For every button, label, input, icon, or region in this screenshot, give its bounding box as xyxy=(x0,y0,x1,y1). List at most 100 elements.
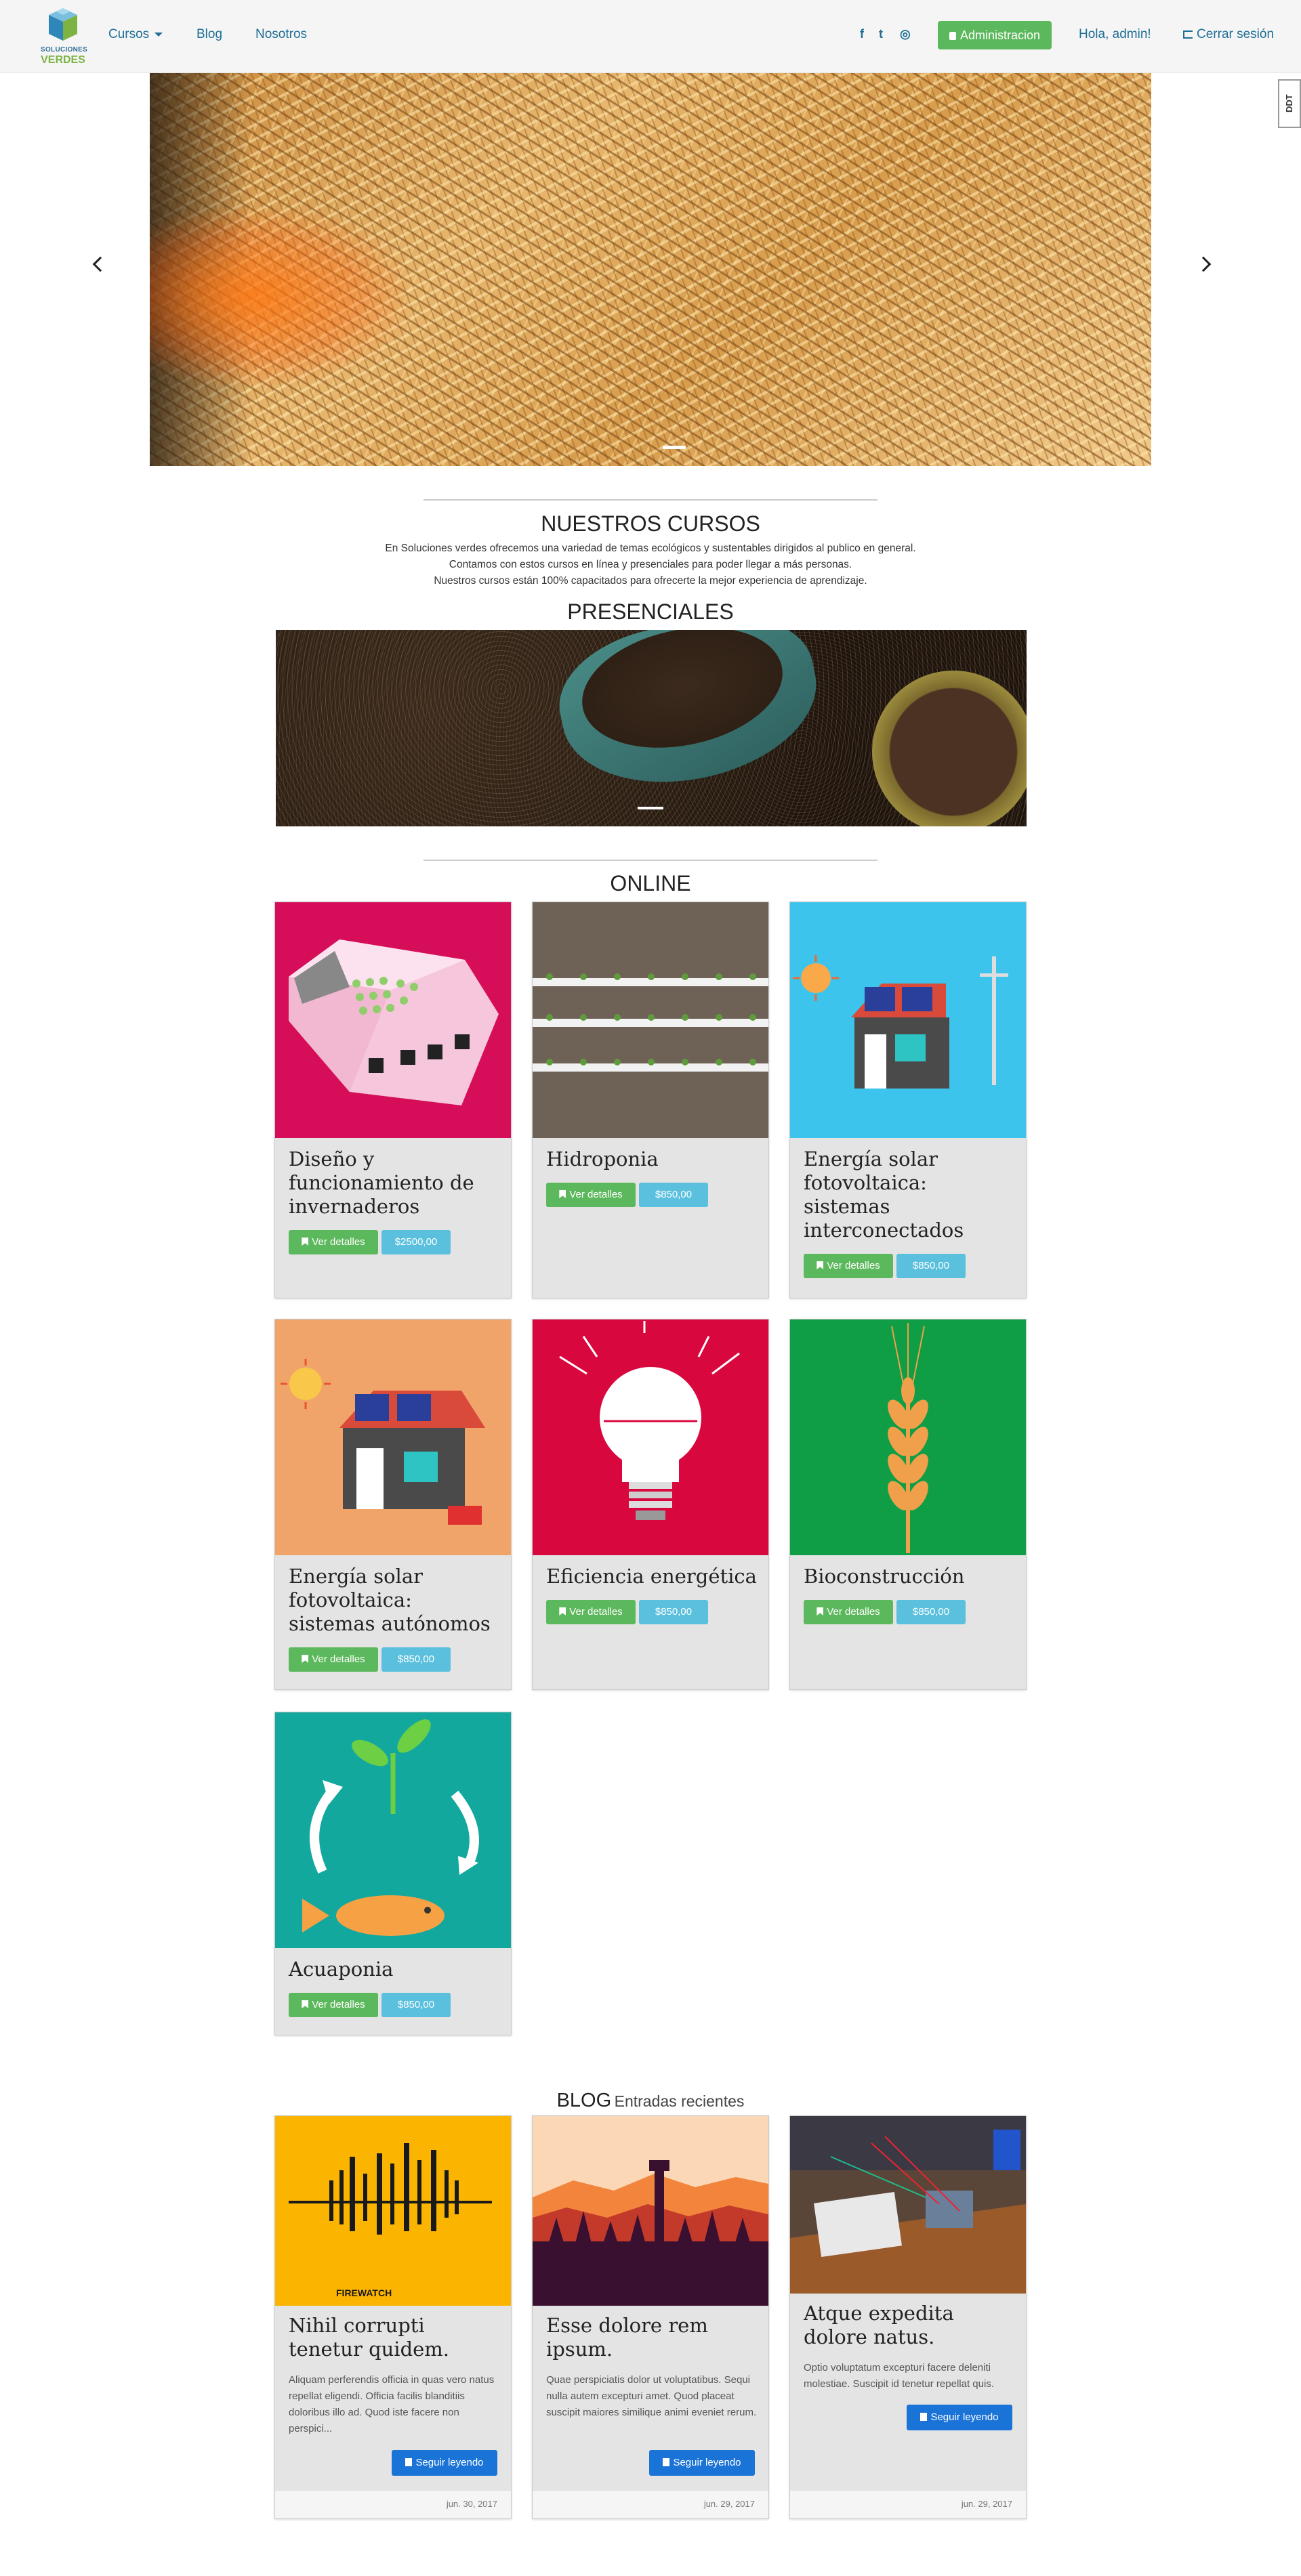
blog-post-excerpt: Aliquam perferendis officia in quas vero… xyxy=(289,2374,495,2434)
bookmark-icon xyxy=(817,1261,824,1269)
price-badge: $850,00 xyxy=(639,1183,708,1207)
blog-card[interactable]: FIREWATCH Nihil corrupti tenetur quidem.… xyxy=(274,2115,512,2519)
lock-icon xyxy=(949,32,956,40)
price-badge: $850,00 xyxy=(381,1993,451,2017)
blog-post-image xyxy=(533,2116,768,2306)
logout-link[interactable]: Cerrar sesión xyxy=(1183,27,1274,42)
navbar: SOLUCIONES VERDES Cursos Blog Nosotros f… xyxy=(0,0,1301,73)
admin-button[interactable]: Administracion xyxy=(938,21,1052,49)
blog-post-date: jun. 29, 2017 xyxy=(961,2499,1012,2509)
course-card[interactable]: Energía solar fotovoltaica: sistemas aut… xyxy=(274,1319,512,1690)
course-card[interactable]: Eficiencia energética Ver detalles $850,… xyxy=(532,1319,769,1690)
bookmark-icon xyxy=(302,1655,309,1663)
debug-toolbar-tab[interactable]: DDT xyxy=(1278,79,1301,128)
course-card[interactable]: Acuaponia Ver detalles $850,00 xyxy=(274,1712,512,2035)
bookmark-icon xyxy=(817,1607,824,1616)
brand-logo[interactable]: SOLUCIONES VERDES xyxy=(41,7,87,68)
online-title: ONLINE xyxy=(610,871,691,895)
courses-section-title: NUESTROS CURSOS xyxy=(541,511,760,536)
nav-cursos-dropdown[interactable]: Cursos xyxy=(108,27,163,42)
price-badge: $850,00 xyxy=(639,1600,708,1624)
course-title: Eficiencia energética xyxy=(546,1565,757,1588)
twitter-icon[interactable]: t xyxy=(879,27,883,41)
carousel-indicator[interactable] xyxy=(663,446,686,449)
carousel-prev-chevron-icon[interactable] xyxy=(92,256,108,272)
solar-house-icon xyxy=(790,902,1026,1138)
details-button[interactable]: Ver detalles xyxy=(289,1993,378,2017)
bookmark-icon xyxy=(559,1607,566,1616)
book-icon xyxy=(920,2413,928,2421)
price-badge: $850,00 xyxy=(896,1254,966,1278)
course-title: Diseño y funcionamiento de invernaderos xyxy=(289,1147,474,1218)
course-card[interactable]: Hidroponia Ver detalles $850,00 xyxy=(532,902,769,1298)
course-title: Bioconstrucción xyxy=(804,1565,965,1588)
price-badge: $850,00 xyxy=(896,1600,966,1624)
course-card[interactable]: Bioconstrucción Ver detalles $850,00 xyxy=(789,1319,1027,1690)
details-button[interactable]: Ver detalles xyxy=(546,1183,636,1207)
course-title: Hidroponia xyxy=(546,1147,659,1170)
blog-post-title: Esse dolore rem ipsum. xyxy=(546,2314,708,2361)
blog-post-image xyxy=(790,2116,1026,2294)
course-title: Energía solar fotovoltaica: sistemas int… xyxy=(804,1147,964,1242)
blog-post-date: jun. 29, 2017 xyxy=(703,2499,755,2509)
brand-line2: VERDES xyxy=(41,54,85,66)
course-title: Energía solar fotovoltaica: sistemas aut… xyxy=(289,1565,491,1635)
blog-post-excerpt: Optio voluptatum excepturi facere deleni… xyxy=(804,2362,994,2390)
blog-card[interactable]: Atque expedita dolore natus. Optio volup… xyxy=(789,2115,1027,2519)
blog-card-footer: jun. 29, 2017 xyxy=(533,2490,768,2518)
facebook-icon[interactable]: f xyxy=(860,27,864,41)
sign-out-icon xyxy=(1183,30,1193,39)
caret-down-icon xyxy=(154,32,163,37)
instagram-icon[interactable]: ◎ xyxy=(900,27,911,41)
logout-label: Cerrar sesión xyxy=(1197,27,1275,41)
details-button[interactable]: Ver detalles xyxy=(804,1254,893,1278)
bookmark-icon xyxy=(302,1238,309,1246)
read-more-button[interactable]: Seguir leyendo xyxy=(392,2450,497,2476)
blog-subtitle: Entradas recientes xyxy=(614,2092,745,2110)
blog-heading: BLOG Entradas recientes xyxy=(0,2090,1301,2112)
course-card[interactable]: Energía solar fotovoltaica: sistemas int… xyxy=(789,902,1027,1298)
book-icon xyxy=(663,2458,670,2466)
blog-post-excerpt: Quae perspiciatis dolor ut voluptatibus.… xyxy=(546,2374,757,2418)
details-button[interactable]: Ver detalles xyxy=(289,1647,378,1672)
blog-post-date: jun. 30, 2017 xyxy=(446,2499,497,2509)
presenciales-title: PRESENCIALES xyxy=(567,599,734,624)
blog-card-footer: jun. 29, 2017 xyxy=(790,2490,1026,2518)
lightbulb-icon xyxy=(533,1319,768,1555)
price-badge: $850,00 xyxy=(381,1647,451,1672)
solar-house-icon xyxy=(275,1319,511,1555)
price-badge: $2500,00 xyxy=(381,1230,451,1254)
bookmark-icon xyxy=(302,2000,309,2008)
nav-cursos-label: Cursos xyxy=(108,27,150,41)
nav-blog-link[interactable]: Blog xyxy=(197,27,222,42)
hero-carousel-image xyxy=(150,73,1151,466)
presenciales-carousel-indicator[interactable] xyxy=(638,807,663,809)
aquaponics-icon xyxy=(275,1712,511,1948)
details-button[interactable]: Ver detalles xyxy=(546,1600,636,1624)
read-more-button[interactable]: Seguir leyendo xyxy=(649,2450,755,2476)
nav-nosotros-link[interactable]: Nosotros xyxy=(255,27,307,42)
admin-button-label: Administracion xyxy=(959,28,1041,42)
course-card[interactable]: Diseño y funcionamiento de invernaderos … xyxy=(274,902,512,1298)
carousel-next-chevron-icon[interactable] xyxy=(1195,256,1212,272)
greenhouse-icon xyxy=(275,902,511,1138)
blog-card-footer: jun. 30, 2017 xyxy=(275,2490,511,2518)
blog-post-title: Nihil corrupti tenetur quidem. xyxy=(289,2314,450,2361)
poster-label: FIREWATCH xyxy=(336,2287,392,2298)
blog-card[interactable]: Esse dolore rem ipsum. Quae perspiciatis… xyxy=(532,2115,769,2519)
courses-intro-line: Nuestros cursos están 100% capacitados p… xyxy=(434,575,867,587)
blog-post-image: FIREWATCH xyxy=(275,2116,511,2306)
book-icon xyxy=(405,2458,413,2466)
read-more-button[interactable]: Seguir leyendo xyxy=(907,2405,1012,2430)
details-button[interactable]: Ver detalles xyxy=(289,1230,378,1254)
section-divider xyxy=(424,499,877,501)
course-title: Acuaponia xyxy=(289,1958,394,1981)
courses-intro-line: Contamos con estos cursos en línea y pre… xyxy=(449,559,852,570)
blog-title: BLOG xyxy=(556,2090,612,2111)
wheat-icon xyxy=(790,1319,1026,1555)
user-greeting-link[interactable]: Hola, admin! xyxy=(1079,27,1151,42)
cube-logo-icon xyxy=(49,8,77,41)
bookmark-icon xyxy=(559,1190,566,1198)
details-button[interactable]: Ver detalles xyxy=(804,1600,893,1624)
blog-post-title: Atque expedita dolore natus. xyxy=(804,2302,954,2348)
